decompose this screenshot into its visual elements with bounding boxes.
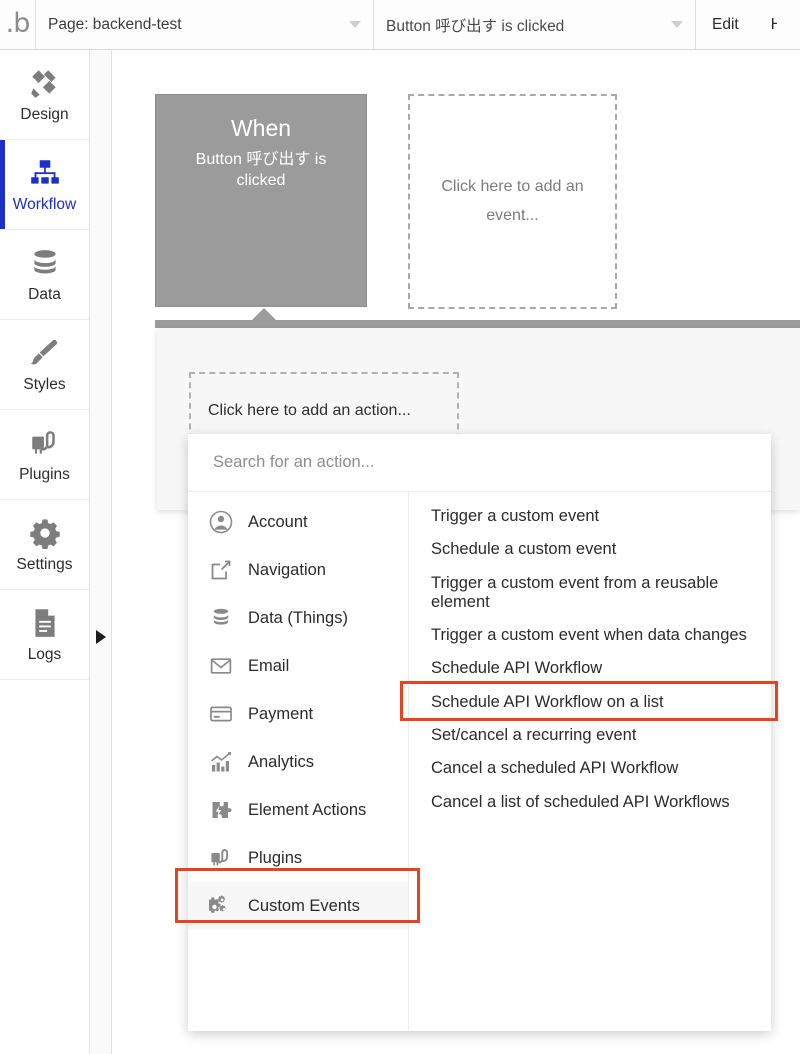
add-event-placeholder-text: Click here to add an event... bbox=[441, 177, 584, 224]
action-item-schedule-custom-event[interactable]: Schedule a custom event bbox=[409, 533, 771, 566]
sidebar-item-label: Logs bbox=[27, 646, 62, 664]
action-item-cancel-list-scheduled-api-workflows[interactable]: Cancel a list of scheduled API Workflows bbox=[409, 786, 771, 819]
bubble-logo[interactable]: .b bbox=[0, 0, 36, 49]
bubble-editor-window: .b Page: backend-test Button 呼び出す is cli… bbox=[0, 0, 800, 1054]
gears-icon bbox=[208, 893, 234, 919]
category-label: Payment bbox=[248, 704, 314, 723]
sidebar-item-label: Plugins bbox=[19, 466, 70, 484]
workflow-connector-bar bbox=[155, 320, 800, 328]
chevron-down-icon bbox=[349, 21, 361, 28]
styles-icon bbox=[28, 336, 62, 370]
expand-right-arrow-icon[interactable] bbox=[96, 630, 106, 644]
action-item-schedule-api-workflow[interactable]: Schedule API Workflow bbox=[409, 652, 771, 685]
category-label: Custom Events bbox=[248, 896, 360, 915]
category-item-payment[interactable]: Payment bbox=[188, 690, 408, 738]
navigation-icon bbox=[208, 557, 234, 583]
sidebar-gutter bbox=[90, 50, 112, 1054]
sidebar-item-label: Workflow bbox=[12, 196, 77, 214]
action-item-label: Cancel a list of scheduled API Workflows bbox=[431, 792, 730, 811]
logs-icon bbox=[28, 606, 62, 640]
sidebar-item-settings[interactable]: Settings bbox=[0, 500, 89, 590]
action-picker-dropdown: Account Navigation bbox=[188, 434, 771, 1031]
category-item-email[interactable]: Email bbox=[188, 642, 408, 690]
category-item-element-actions[interactable]: Element Actions bbox=[188, 786, 408, 834]
event-selector[interactable]: Button 呼び出す is clicked bbox=[374, 0, 696, 49]
sidebar-item-label: Data bbox=[28, 286, 61, 304]
action-item-label: Trigger a custom event from a reusable e… bbox=[431, 573, 719, 611]
workflow-connector-arrow-icon bbox=[251, 308, 277, 321]
category-item-plugins[interactable]: Plugins bbox=[188, 834, 408, 882]
page-selector-value: Page: backend-test bbox=[48, 15, 182, 33]
add-action-placeholder-text: Click here to add an action... bbox=[208, 402, 411, 419]
sidebar-item-design[interactable]: Design bbox=[0, 50, 89, 140]
bubble-logo-icon: .b bbox=[5, 8, 31, 39]
sidebar-item-workflow[interactable]: Workflow bbox=[0, 140, 89, 230]
when-box-subtitle: Button 呼び出す is clicked bbox=[195, 150, 327, 190]
action-item-label: Schedule API Workflow on a list bbox=[431, 692, 664, 711]
chevron-down-icon bbox=[671, 21, 683, 28]
category-item-account[interactable]: Account bbox=[188, 498, 408, 546]
payment-card-icon bbox=[208, 701, 234, 727]
when-box-title: When bbox=[230, 115, 292, 141]
account-icon bbox=[208, 509, 234, 535]
next-header-button[interactable]: H bbox=[755, 0, 777, 49]
action-item-label: Trigger a custom event when data changes bbox=[431, 626, 747, 645]
analytics-chart-icon bbox=[208, 749, 234, 775]
sidebar-item-data[interactable]: Data bbox=[0, 230, 89, 320]
category-label: Data (Things) bbox=[248, 608, 348, 627]
sidebar-item-label: Styles bbox=[23, 376, 66, 394]
search-input[interactable] bbox=[211, 452, 748, 473]
sidebar-item-label: Settings bbox=[16, 556, 73, 574]
action-item-set-cancel-recurring-event[interactable]: Set/cancel a recurring event bbox=[409, 719, 771, 752]
category-item-analytics[interactable]: Analytics bbox=[188, 738, 408, 786]
page-selector[interactable]: Page: backend-test bbox=[36, 0, 374, 49]
puzzle-bolt-icon bbox=[208, 797, 234, 823]
sidebar-item-styles[interactable]: Styles bbox=[0, 320, 89, 410]
action-item-label: Schedule a custom event bbox=[431, 540, 617, 559]
plugins-icon bbox=[28, 426, 62, 460]
sidebar-item-label: Design bbox=[20, 106, 69, 124]
top-header-bar: .b Page: backend-test Button 呼び出す is cli… bbox=[0, 0, 800, 50]
database-icon bbox=[208, 605, 234, 631]
action-search-row bbox=[188, 434, 771, 492]
category-item-navigation[interactable]: Navigation bbox=[188, 546, 408, 594]
action-item-label: Schedule API Workflow bbox=[431, 659, 603, 678]
event-selector-value: Button 呼び出す is clicked bbox=[386, 17, 565, 35]
add-event-placeholder[interactable]: Click here to add an event... bbox=[408, 94, 617, 309]
category-item-data-things[interactable]: Data (Things) bbox=[188, 594, 408, 642]
design-icon bbox=[28, 66, 62, 100]
action-item-trigger-custom-event-data-changes[interactable]: Trigger a custom event when data changes bbox=[409, 619, 771, 652]
sidebar-item-plugins[interactable]: Plugins bbox=[0, 410, 89, 500]
action-item-label: Set/cancel a recurring event bbox=[431, 726, 637, 745]
action-item-trigger-custom-event-reusable[interactable]: Trigger a custom event from a reusable e… bbox=[409, 567, 771, 620]
action-items-list: Trigger a custom event Schedule a custom… bbox=[409, 492, 771, 1031]
action-item-label: Cancel a scheduled API Workflow bbox=[431, 759, 679, 778]
category-label: Analytics bbox=[248, 752, 315, 771]
settings-icon bbox=[28, 516, 62, 550]
category-label: Account bbox=[248, 512, 308, 531]
action-item-schedule-api-workflow-on-list[interactable]: Schedule API Workflow on a list bbox=[409, 686, 771, 719]
category-label: Navigation bbox=[248, 560, 326, 579]
left-sidebar: Design Workflow Data Styles Plugins Sett… bbox=[0, 50, 90, 1054]
category-label: Email bbox=[248, 656, 290, 675]
category-label: Plugins bbox=[248, 848, 303, 867]
action-item-label: Trigger a custom event bbox=[431, 507, 600, 525]
action-category-list: Account Navigation Data (Things) Email P… bbox=[188, 492, 409, 1031]
action-picker-body: Account Navigation Data (Things) Email P… bbox=[188, 492, 771, 1031]
sidebar-item-logs[interactable]: Logs bbox=[0, 590, 89, 680]
when-event-box[interactable]: When Button 呼び出す is clicked bbox=[155, 94, 367, 307]
plugins-icon bbox=[208, 845, 234, 871]
data-icon bbox=[28, 246, 62, 280]
action-item-cancel-scheduled-api-workflow[interactable]: Cancel a scheduled API Workflow bbox=[409, 752, 771, 785]
category-label: Element Actions bbox=[248, 800, 367, 819]
action-item-trigger-custom-event[interactable]: Trigger a custom event bbox=[409, 500, 771, 533]
email-icon bbox=[208, 653, 234, 679]
category-item-custom-events[interactable]: Custom Events bbox=[188, 882, 408, 930]
workflow-icon bbox=[28, 156, 62, 190]
edit-button[interactable]: Edit bbox=[696, 0, 755, 49]
